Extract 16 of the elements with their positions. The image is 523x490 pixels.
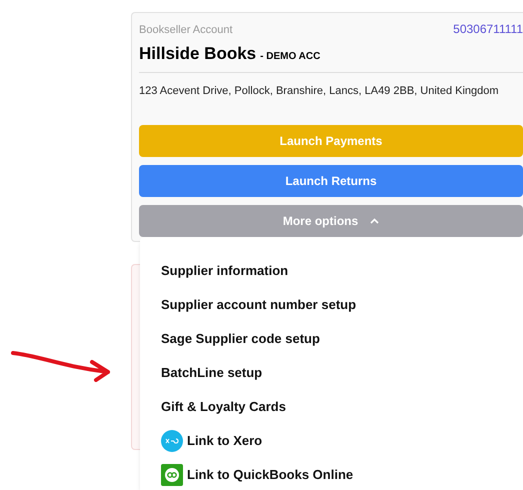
account-name: Hillside Books bbox=[139, 42, 256, 64]
menu-item[interactable]: Gift & Loyalty Cards bbox=[161, 397, 286, 417]
menu-item[interactable]: Sage Supplier code setup bbox=[161, 329, 320, 349]
menu-item[interactable]: Link to QuickBooks Online bbox=[187, 465, 354, 485]
menu-item[interactable]: Link to Xero bbox=[187, 431, 262, 451]
returns-button[interactable]: Launch Returns bbox=[139, 164, 523, 196]
account-address: 123 Acevent Drive, Pollock, Branshire, Lancs, LA49 2BB, United Kingdom bbox=[139, 84, 500, 99]
account-label: Bookseller Account bbox=[139, 23, 233, 38]
quickbooks-logo-icon bbox=[161, 464, 183, 486]
xero-logo-icon bbox=[161, 430, 183, 452]
chevron-up-icon bbox=[370, 218, 380, 224]
account-number: 50306711111 bbox=[453, 21, 523, 38]
account-tag: - DEMO ACC bbox=[260, 48, 320, 64]
menu-item[interactable]: Supplier account number setup bbox=[161, 295, 356, 315]
menu-item[interactable]: BatchLine setup bbox=[161, 363, 262, 383]
menu-item[interactable]: Supplier information bbox=[161, 261, 288, 281]
